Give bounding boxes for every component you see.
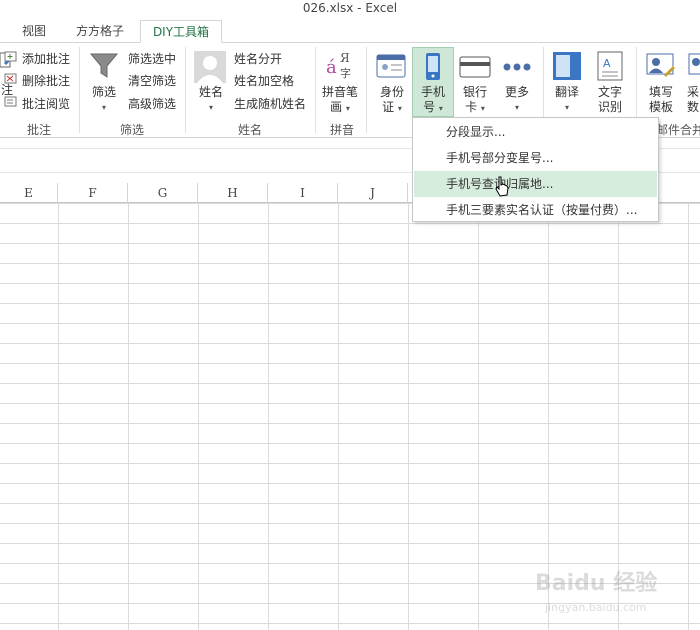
pinyin-stroke-button[interactable]: 拼音笔 画 ▾: [318, 85, 362, 116]
column-header-j[interactable]: J: [338, 183, 408, 203]
name-group-label: 姓名: [237, 123, 262, 137]
more-button[interactable]: 更多 ▾: [497, 85, 537, 115]
random-name-button[interactable]: 生成随机姓名: [234, 94, 306, 114]
collect-data-button[interactable]: 采 数: [686, 85, 700, 115]
comment-group-label: 批注: [26, 123, 51, 137]
person-icon: [194, 51, 226, 83]
menu-item-mask-phone[interactable]: 手机号部分变星号...: [414, 145, 657, 171]
advanced-filter-button[interactable]: 高级筛选: [128, 94, 176, 114]
bank-card-button[interactable]: 银行 卡 ▾: [455, 85, 495, 116]
tab-view[interactable]: 视图: [12, 20, 56, 43]
ribbon-tabs: 视图 方方格子 DIY工具箱: [0, 18, 700, 43]
group-separator: [366, 47, 367, 133]
browse-comment-button[interactable]: 批注阅览: [22, 94, 70, 114]
browse-comment-icon: [4, 95, 18, 115]
more-dots-icon: [502, 61, 532, 71]
pinyin-button-line2: 画 ▾: [330, 100, 350, 114]
pinyin-button-line1: 拼音笔: [321, 85, 358, 99]
translate-icon: [552, 51, 582, 81]
baidu-watermark: Baidu 经验 jingyan.baidu.com: [535, 571, 658, 614]
column-header-e[interactable]: E: [0, 183, 58, 203]
dropdown-caret-icon: ▾: [564, 103, 569, 112]
delete-comment-button[interactable]: 删除批注: [22, 71, 70, 91]
dropdown-caret-icon: ▾: [101, 103, 106, 112]
delete-comment-icon: [4, 72, 18, 92]
filter-button[interactable]: 筛选 ▾: [86, 85, 122, 115]
menu-item-segment-display[interactable]: 分段显示...: [414, 119, 657, 145]
id-card-icon: [376, 51, 406, 81]
dropdown-caret-icon: ▾: [514, 103, 519, 112]
tab-diy-toolbox[interactable]: DIY工具箱: [140, 20, 222, 43]
column-header-i[interactable]: I: [268, 183, 338, 203]
pinyin-icon: á Я 字: [326, 51, 351, 80]
filter-group-label: 筛选: [119, 123, 144, 137]
name-button-label: 姓名: [198, 85, 223, 99]
add-comment-icon: [4, 50, 18, 70]
title-bar: 026.xlsx - Excel: [0, 0, 700, 18]
id-card-button[interactable]: 身份 证 ▾: [372, 85, 412, 116]
mobile-phone-icon: [422, 52, 444, 82]
mail-merge-group-label: 邮件合并: [656, 123, 700, 137]
svg-text:A: A: [603, 57, 611, 70]
translate-button[interactable]: 翻译 ▾: [547, 85, 587, 115]
tab-fangfang[interactable]: 方方格子: [68, 20, 132, 43]
fill-template-icon: [646, 51, 676, 81]
column-header-g[interactable]: G: [128, 183, 198, 203]
column-header-f[interactable]: F: [58, 183, 128, 203]
fill-template-button[interactable]: 填写 模板: [640, 85, 682, 115]
collect-data-icon: [688, 51, 700, 81]
hand-cursor-icon: [495, 176, 509, 198]
menu-item-real-name-auth[interactable]: 手机三要素实名认证（按量付费）...: [414, 197, 657, 223]
filter-funnel-icon: [88, 51, 120, 81]
filter-selected-button[interactable]: 筛选选中: [128, 49, 176, 69]
add-comment-button[interactable]: 添加批注: [22, 49, 70, 69]
window-title: 026.xlsx - Excel: [302, 1, 398, 15]
name-add-space-button[interactable]: 姓名加空格: [234, 71, 294, 91]
ocr-button[interactable]: 文字 识别: [590, 85, 630, 115]
bank-card-icon: [459, 55, 491, 79]
split-name-button[interactable]: 姓名分开: [234, 49, 282, 69]
pinyin-group-label: 拼音: [329, 123, 354, 137]
phone-dropdown-menu: 分段显示... 手机号部分变星号... 手机号查询归属地... 手机三要素实名认…: [412, 117, 659, 222]
filter-button-label: 筛选: [91, 85, 116, 99]
name-button[interactable]: 姓名 ▾: [192, 85, 230, 115]
dropdown-caret-icon: ▾: [208, 103, 213, 112]
ocr-document-icon: A: [596, 51, 624, 81]
column-header-h[interactable]: H: [198, 183, 268, 203]
menu-item-phone-location[interactable]: 手机号查询归属地...: [414, 171, 657, 197]
clear-filter-button[interactable]: 清空筛选: [128, 71, 176, 91]
mobile-phone-button[interactable]: 手机 号 ▾: [412, 85, 454, 116]
